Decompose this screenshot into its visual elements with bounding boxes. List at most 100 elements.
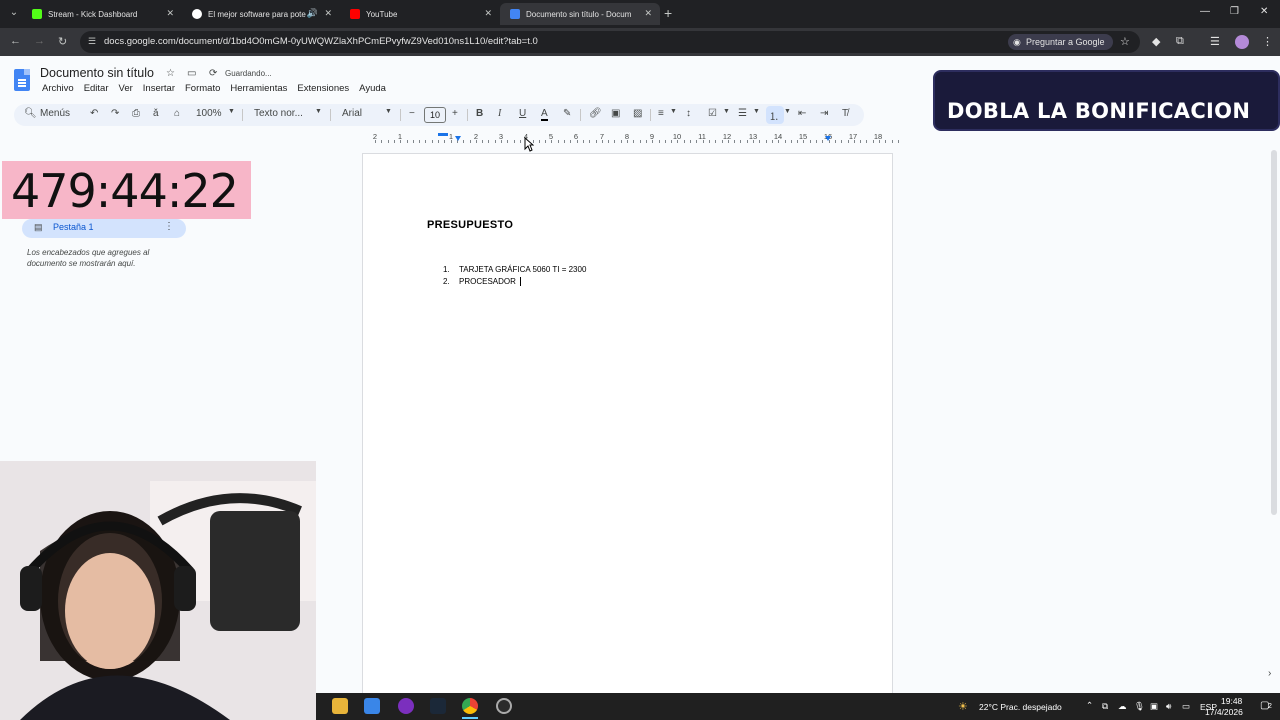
- audio-playing-icon[interactable]: 🔊: [307, 8, 318, 19]
- spellcheck-icon[interactable]: ǎ: [153, 108, 159, 119]
- expand-explore-icon[interactable]: ›: [1268, 668, 1271, 679]
- extensions-puzzle-icon[interactable]: ⧉: [1176, 35, 1184, 48]
- search-menus-button[interactable]: Menús: [40, 108, 70, 119]
- numbered-list-icon[interactable]: ⒈: [769, 108, 779, 123]
- underline-icon[interactable]: U: [519, 108, 526, 119]
- increase-font-size-icon[interactable]: +: [452, 108, 458, 119]
- minimize-icon[interactable]: —: [1200, 6, 1210, 17]
- list-item[interactable]: 1. TARJETA GRÁFICA 5060 TI = 2300: [439, 264, 586, 276]
- tab-kick-dashboard[interactable]: Stream - Kick Dashboard ✕: [22, 3, 182, 25]
- list-item[interactable]: 2. PROCESADOR: [439, 276, 586, 288]
- first-line-indent-marker[interactable]: [438, 133, 448, 136]
- clock-time[interactable]: 19:48: [1221, 696, 1242, 706]
- star-icon[interactable]: ☆: [166, 68, 175, 79]
- ask-google-button[interactable]: ◉ Preguntar a Google: [1008, 34, 1113, 50]
- menu-ver[interactable]: Ver: [119, 83, 133, 94]
- obs-app-icon[interactable]: [398, 698, 414, 714]
- image-icon[interactable]: ▨: [633, 108, 642, 119]
- docs-logo-icon[interactable]: [14, 69, 30, 91]
- link-icon[interactable]: 🔗︎: [589, 108, 602, 119]
- comment-icon[interactable]: ▣: [611, 108, 620, 119]
- font-size-input[interactable]: 10: [424, 107, 446, 123]
- menu-archivo[interactable]: Archivo: [42, 83, 74, 94]
- close-icon[interactable]: ✕: [324, 8, 332, 19]
- restore-icon[interactable]: ❐: [1230, 6, 1239, 17]
- kebab-menu-icon[interactable]: ⋮: [1262, 35, 1273, 48]
- tab-software[interactable]: El mejor software para pote 🔊 ✕: [182, 3, 340, 25]
- tab-search-chevron-icon[interactable]: ⌄: [6, 5, 22, 21]
- redo-icon[interactable]: ↷: [111, 108, 119, 119]
- url-text[interactable]: docs.google.com/document/d/1bd4O0mGM-0yU…: [104, 36, 538, 47]
- font-select[interactable]: Arial: [342, 108, 362, 119]
- steam-icon[interactable]: [430, 698, 446, 714]
- close-window-icon[interactable]: ✕: [1260, 6, 1268, 17]
- back-arrow-icon[interactable]: ←: [10, 35, 21, 47]
- left-indent-marker[interactable]: [455, 136, 461, 141]
- notification-center[interactable]: ▢ 2: [1260, 699, 1276, 714]
- tray-app-icon[interactable]: ⧉: [1102, 701, 1108, 712]
- vertical-scrollbar[interactable]: [1271, 150, 1277, 515]
- more-options-icon[interactable]: ⋮: [164, 221, 174, 232]
- outline-tab-pestana-1[interactable]: ▤ Pestaña 1 ⋮: [22, 219, 186, 238]
- new-tab-plus-icon[interactable]: +: [664, 5, 672, 21]
- ruler-tick: [721, 140, 723, 143]
- align-icon[interactable]: ≡: [658, 108, 664, 119]
- tray-chevron-icon[interactable]: ⌃: [1086, 700, 1093, 711]
- highlight-icon[interactable]: ✎: [563, 108, 571, 119]
- gemini-icon[interactable]: ◆: [1152, 35, 1160, 48]
- chrome-icon[interactable]: [462, 698, 478, 714]
- forward-arrow-icon[interactable]: →: [34, 35, 45, 47]
- document-title[interactable]: Documento sin título: [40, 66, 154, 80]
- decrease-font-size-icon[interactable]: −: [409, 108, 415, 119]
- close-icon[interactable]: ✕: [484, 8, 492, 19]
- ruler-tick: [696, 140, 698, 143]
- paint-format-icon[interactable]: ⌂: [174, 108, 180, 119]
- text-color-icon[interactable]: A: [541, 108, 548, 121]
- bulleted-list-icon[interactable]: ☰: [738, 108, 747, 119]
- right-indent-marker[interactable]: [825, 136, 831, 141]
- tab-google-docs[interactable]: Documento sin título - Docum ✕: [500, 3, 660, 25]
- menu-ayuda[interactable]: Ayuda: [359, 83, 386, 94]
- address-bar[interactable]: ☰ docs.google.com/document/d/1bd4O0mGM-0…: [80, 31, 1140, 53]
- chevron-down-icon: ▼: [784, 108, 791, 115]
- bookmark-star-icon[interactable]: ☆: [1120, 35, 1130, 48]
- increase-indent-icon[interactable]: ⇥: [820, 108, 828, 119]
- network-icon[interactable]: ▣: [1150, 701, 1158, 712]
- volume-icon[interactable]: 🔊︎: [1166, 701, 1171, 712]
- decrease-indent-icon[interactable]: ⇤: [798, 108, 806, 119]
- menu-extensiones[interactable]: Extensiones: [297, 83, 349, 94]
- menu-formato[interactable]: Formato: [185, 83, 220, 94]
- tab-youtube[interactable]: YouTube ✕: [340, 3, 500, 25]
- clock-date[interactable]: 17/4/2026: [1205, 707, 1243, 717]
- clear-formatting-icon[interactable]: T̸: [842, 108, 848, 119]
- menu-insertar[interactable]: Insertar: [143, 83, 175, 94]
- microphone-icon[interactable]: 🎙︎: [1134, 701, 1145, 712]
- close-icon[interactable]: ✕: [644, 8, 652, 19]
- close-icon[interactable]: ✕: [166, 8, 174, 19]
- menu-herramientas[interactable]: Herramientas: [230, 83, 287, 94]
- paragraph-style-select[interactable]: Texto nor...: [254, 108, 303, 119]
- weather-text[interactable]: 22°C Prac. despejado: [979, 702, 1062, 712]
- site-info-icon[interactable]: ☰: [88, 36, 96, 47]
- document-page[interactable]: PRESUPUESTO 1. TARJETA GRÁFICA 5060 TI =…: [362, 153, 893, 720]
- print-icon[interactable]: ⎙: [132, 108, 140, 119]
- menu-editar[interactable]: Editar: [84, 83, 109, 94]
- search-icon[interactable]: 🔍︎: [24, 108, 37, 119]
- file-explorer-icon[interactable]: [332, 698, 348, 714]
- line-spacing-icon[interactable]: ↕: [686, 108, 691, 119]
- obs-studio-icon[interactable]: [496, 698, 512, 714]
- zoom-select[interactable]: 100%: [196, 108, 222, 119]
- reading-list-icon[interactable]: ☰: [1210, 35, 1220, 48]
- battery-icon[interactable]: ▭: [1182, 701, 1190, 712]
- sync-status-icon[interactable]: ⟳: [209, 68, 217, 79]
- italic-icon[interactable]: I: [498, 108, 501, 119]
- profile-avatar[interactable]: [1235, 35, 1249, 49]
- checklist-icon[interactable]: ☑: [708, 108, 717, 119]
- document-heading[interactable]: PRESUPUESTO: [427, 219, 513, 231]
- tray-cloud-icon[interactable]: ☁: [1118, 701, 1127, 712]
- bold-icon[interactable]: B: [476, 108, 483, 119]
- store-icon[interactable]: [364, 698, 380, 714]
- reload-icon[interactable]: ↻: [58, 35, 67, 48]
- move-folder-icon[interactable]: ▭: [187, 68, 196, 79]
- undo-icon[interactable]: ↶: [90, 108, 98, 119]
